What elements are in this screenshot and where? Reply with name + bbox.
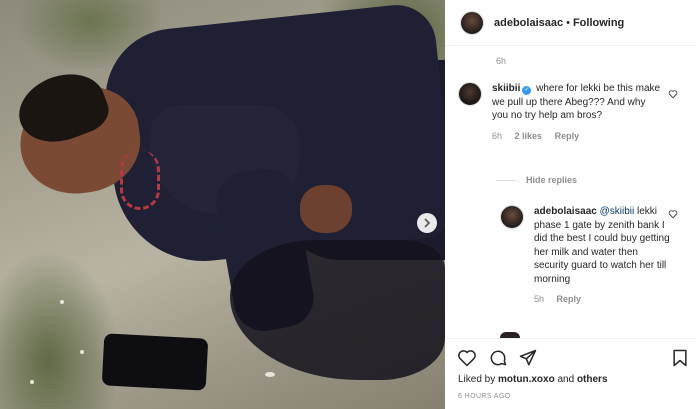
comment-likes[interactable]: 2 likes: [515, 131, 543, 141]
avatar[interactable]: [460, 10, 484, 35]
caption-time: 6h: [496, 56, 507, 66]
following-button[interactable]: Following: [573, 17, 624, 29]
comment-meta: 6h 2 likes Reply: [492, 131, 662, 141]
heart-icon[interactable]: [457, 348, 477, 368]
reply-body: lekki phase 1 gate by zenith bank I did …: [534, 206, 670, 285]
ground-fleck: [80, 350, 84, 354]
verified-badge-icon: ✓: [522, 86, 532, 95]
avatar[interactable]: [458, 82, 482, 106]
hide-replies-button[interactable]: Hide replies: [496, 175, 577, 185]
ground-fleck: [60, 300, 64, 304]
comment-username[interactable]: skiibii: [492, 83, 520, 94]
post-side-panel: adebolaisaac • Following 6h skiibii ✓ whe…: [445, 0, 696, 409]
phone-on-ground: [101, 333, 209, 391]
heart-icon[interactable]: [668, 209, 678, 219]
liked-by-line: Liked by motun.xoxo and others: [458, 374, 608, 385]
post-timestamp: 6 HOURS AGO: [458, 393, 511, 400]
ground-fleck: [265, 372, 275, 377]
reply-meta: 5h Reply: [534, 294, 674, 304]
hoodie-string: [120, 150, 160, 210]
action-bar: [445, 338, 696, 378]
paper-plane-icon[interactable]: [518, 348, 538, 368]
comment-time: 6h: [492, 130, 503, 141]
carousel-next-button[interactable]: [417, 213, 437, 233]
person-hand: [300, 185, 352, 233]
comment-icon[interactable]: [488, 348, 508, 368]
separator-dot: •: [566, 16, 570, 29]
post-photo: [0, 0, 445, 409]
reply-time: 5h: [534, 294, 545, 304]
comment-item: skiibii ✓ where for lekki be this make we…: [458, 82, 688, 141]
reply-username[interactable]: adebolaisaac: [534, 206, 597, 217]
ground-fleck: [30, 380, 34, 384]
liked-user[interactable]: motun.xoxo: [498, 374, 555, 385]
avatar[interactable]: [500, 205, 524, 229]
liked-others[interactable]: others: [577, 374, 608, 385]
hide-replies-label: Hide replies: [526, 175, 578, 185]
liked-and: and: [557, 374, 575, 385]
reply-button[interactable]: Reply: [555, 131, 580, 141]
comment-text: skiibii ✓ where for lekki be this make we…: [492, 82, 662, 123]
chevron-right-icon: [424, 218, 431, 228]
liked-prefix: Liked by: [458, 374, 496, 385]
grass-patch: [0, 250, 120, 409]
reply-item: adebolaisaac @skiibii lekki phase 1 gate…: [500, 205, 690, 304]
reply-text: adebolaisaac @skiibii lekki phase 1 gate…: [534, 205, 674, 286]
bookmark-icon[interactable]: [670, 348, 690, 368]
post-header: adebolaisaac • Following: [445, 0, 696, 46]
divider-line: [496, 179, 516, 181]
reply-button[interactable]: Reply: [557, 294, 582, 304]
shadow-blob: [230, 240, 445, 380]
header-username[interactable]: adebolaisaac: [494, 17, 563, 29]
reply-mention[interactable]: @skiibii: [600, 206, 635, 217]
heart-icon[interactable]: [668, 89, 678, 99]
